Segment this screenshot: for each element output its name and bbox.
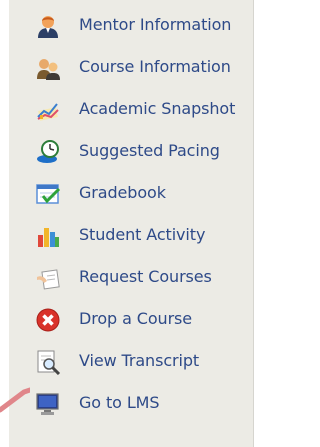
menu-item-label: Academic Snapshot — [79, 99, 236, 118]
menu-item-label: Gradebook — [79, 183, 166, 202]
snapshot-chart-icon — [35, 97, 61, 123]
menu-item-suggested-pacing[interactable]: Suggested Pacing — [9, 130, 253, 172]
screenshot-frame: Mentor Information Course Information Ac… — [0, 0, 263, 447]
transcript-magnifier-icon — [35, 349, 61, 375]
course-people-icon — [35, 55, 61, 81]
menu-item-label: Request Courses — [79, 267, 212, 286]
drop-x-icon — [35, 307, 61, 333]
menu-item-go-to-lms[interactable]: Go to LMS — [9, 382, 253, 424]
menu-item-drop-a-course[interactable]: Drop a Course — [9, 298, 253, 340]
menu-item-label: Suggested Pacing — [79, 141, 220, 160]
menu-item-label: Mentor Information — [79, 15, 232, 34]
mentor-person-icon — [35, 13, 61, 39]
menu-item-academic-snapshot[interactable]: Academic Snapshot — [9, 88, 253, 130]
menu-item-request-courses[interactable]: Request Courses — [9, 256, 253, 298]
gradebook-check-icon — [35, 181, 61, 207]
menu-item-view-transcript[interactable]: View Transcript — [9, 340, 253, 382]
request-hand-icon — [35, 265, 61, 291]
menu-item-label: Student Activity — [79, 225, 206, 244]
menu-item-student-activity[interactable]: Student Activity — [9, 214, 253, 256]
menu-item-label: Drop a Course — [79, 309, 193, 328]
menu-item-mentor-information[interactable]: Mentor Information — [9, 4, 253, 46]
menu-item-gradebook[interactable]: Gradebook — [9, 172, 253, 214]
menu-item-course-information[interactable]: Course Information — [9, 46, 253, 88]
pointer-arrow-icon — [0, 387, 30, 413]
menu-item-label: Course Information — [79, 57, 231, 76]
pacing-clock-icon — [35, 139, 61, 165]
menu-item-label: Go to LMS — [79, 393, 160, 412]
lms-monitor-icon — [35, 391, 61, 417]
sidebar-menu: Mentor Information Course Information Ac… — [9, 0, 254, 447]
menu-item-label: View Transcript — [79, 351, 200, 370]
activity-bar-chart-icon — [35, 223, 61, 249]
